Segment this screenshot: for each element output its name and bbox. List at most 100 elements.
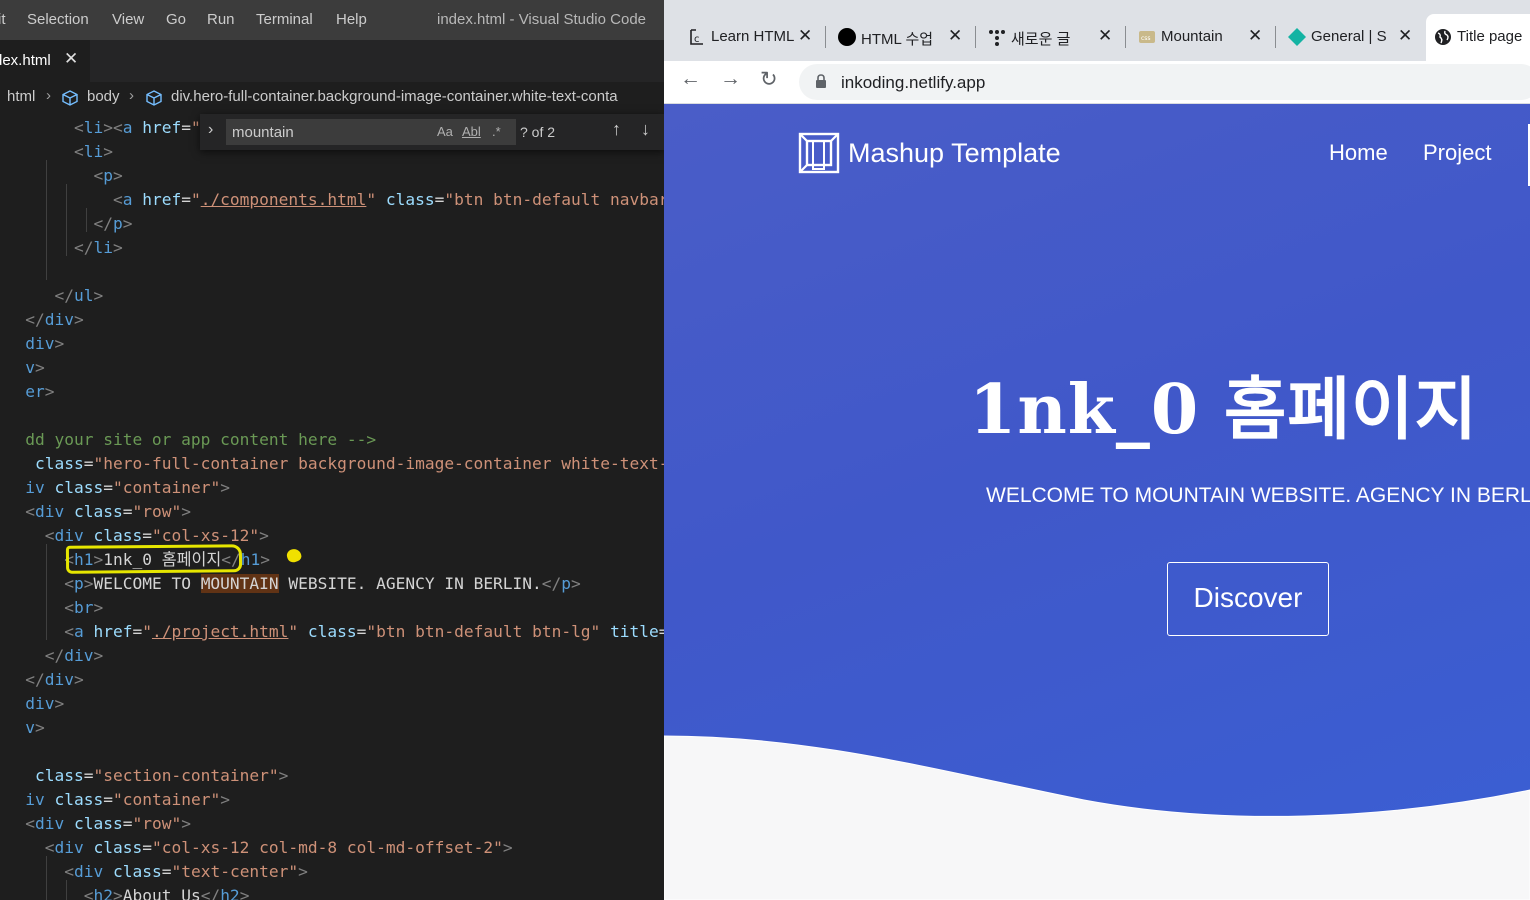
discover-button[interactable]: Discover [1167, 562, 1329, 636]
browser-tab[interactable]: 새로운 글 ✕ [980, 14, 1120, 61]
svg-text:c: c [694, 34, 700, 45]
browser-tab-title: General | S [1311, 28, 1387, 45]
close-icon[interactable]: ✕ [948, 26, 962, 46]
code-line[interactable]: </li> [0, 236, 123, 260]
close-icon[interactable]: ✕ [1098, 26, 1112, 46]
browser-tab-title: HTML 수업 [861, 31, 934, 48]
code-line[interactable]: dd your site or app content here --> [0, 428, 376, 452]
editor-tab-label: dex.html [0, 52, 51, 69]
globe-icon [1435, 29, 1451, 45]
code-line[interactable]: </ul> [0, 284, 103, 308]
browser-tab-title: Learn HTML [711, 28, 795, 45]
code-line[interactable]: <a href="./components.html" class="btn b… [0, 188, 664, 212]
black-circle-icon [838, 28, 856, 46]
find-match-count: ? of 2 [520, 124, 556, 140]
element-cube-icon [146, 90, 162, 106]
breadcrumb-body[interactable]: body [87, 88, 120, 105]
code-line[interactable]: <div class="row"> [0, 812, 191, 836]
brand-logo-icon[interactable] [798, 132, 840, 174]
use-regex-toggle[interactable]: .* [492, 124, 501, 139]
dots-icon [989, 30, 1005, 46]
close-icon[interactable]: ✕ [1248, 26, 1262, 46]
chevron-right-icon[interactable]: › [208, 121, 213, 139]
code-line[interactable]: iv class="container"> [0, 476, 230, 500]
browser-tab-active[interactable]: Title page [1426, 14, 1530, 61]
code-line[interactable]: div> [0, 332, 64, 356]
code-line[interactable]: class="section-container"> [0, 764, 288, 788]
find-widget: › Aa Abl .* ? of 2 ↑ ↓ [200, 114, 664, 150]
back-arrow-icon[interactable]: ← [680, 67, 701, 91]
element-cube-icon [62, 90, 78, 106]
browser-tab-title: 새로운 글 [1011, 31, 1071, 48]
arrow-down-icon[interactable]: ↓ [641, 119, 650, 140]
menu-edit[interactable]: it [0, 11, 6, 28]
browser-toolbar: ← → ↻ inkoding.netlify.app [664, 61, 1530, 104]
breadcrumb-html[interactable]: html [7, 88, 35, 105]
arrow-up-icon[interactable]: ↑ [612, 119, 621, 140]
code-line[interactable]: <div class="text-center"> [0, 860, 308, 884]
svg-text:css: css [1141, 35, 1151, 42]
window-title: index.html - Visual Studio Code [437, 11, 647, 28]
code-line[interactable]: </div> [0, 308, 84, 332]
nav-link-home[interactable]: Home [1329, 140, 1388, 166]
code-line[interactable]: er> [0, 380, 54, 404]
code-line[interactable]: <div class="col-xs-12 col-md-8 col-md-of… [0, 836, 513, 860]
code-line[interactable]: <p>WELCOME TO MOUNTAIN WEBSITE. AGENCY I… [0, 572, 581, 596]
match-case-toggle[interactable]: Aa [437, 124, 453, 139]
chevron-right-icon: › [46, 87, 51, 104]
browser-window: c Learn HTML ✕ HTML 수업 ✕ 새로운 글 ✕ css Mou… [664, 0, 1530, 900]
code-line[interactable]: div> [0, 692, 64, 716]
browser-tab[interactable]: General | S ✕ [1280, 14, 1420, 61]
code-line[interactable]: <div class="row"> [0, 500, 191, 524]
editor-tab-bar: dex.html ✕ [0, 40, 664, 82]
code-line[interactable]: v> [0, 356, 45, 380]
code-line[interactable]: </div> [0, 644, 104, 668]
code-line[interactable]: v> [0, 716, 45, 740]
reload-icon[interactable]: ↻ [760, 67, 778, 92]
code-editor[interactable]: <li><a href=". <li> <p> <a href="./compo… [0, 112, 664, 900]
menu-terminal[interactable]: Terminal [256, 11, 313, 28]
browser-tab[interactable]: css Mountain ✕ [1130, 14, 1270, 61]
close-icon[interactable]: ✕ [64, 49, 78, 69]
close-icon[interactable]: ✕ [1398, 26, 1412, 46]
forward-arrow-icon[interactable]: → [720, 67, 741, 91]
code-line[interactable]: </p> [0, 212, 132, 236]
breadcrumb: html › body › div.hero-full-container.ba… [0, 82, 664, 112]
menu-help[interactable]: Help [336, 11, 367, 28]
menu-bar: it Selection View Go Run Terminal Help i… [0, 0, 664, 40]
code-line[interactable]: <li><a href=". [0, 116, 210, 140]
brand-name[interactable]: Mashup Template [848, 138, 1061, 169]
address-bar[interactable]: inkoding.netlify.app [799, 64, 1530, 100]
browser-tab[interactable]: c Learn HTML ✕ [680, 14, 820, 61]
browser-tab-title: Mountain [1161, 28, 1223, 45]
code-line[interactable]: <a href="./project.html" class="btn btn-… [0, 620, 664, 644]
match-whole-word-toggle[interactable]: Abl [462, 124, 481, 139]
code-line[interactable]: <br> [0, 596, 103, 620]
url-text: inkoding.netlify.app [841, 73, 986, 92]
hero-title: 1nk_0 홈페이지 [969, 370, 1479, 450]
lock-icon[interactable] [815, 74, 827, 89]
menu-go[interactable]: Go [166, 11, 186, 28]
menu-selection[interactable]: Selection [27, 11, 89, 28]
menu-view[interactable]: View [112, 11, 144, 28]
browser-tab-strip: c Learn HTML ✕ HTML 수업 ✕ 새로운 글 ✕ css Mou… [664, 0, 1530, 61]
browser-tab-title: Title page [1457, 28, 1523, 45]
web-page: Mashup Template Home Project 1nk_0 홈페이지 … [664, 104, 1530, 900]
tab-separator [1275, 26, 1276, 48]
c-bracket-icon: c [690, 29, 703, 45]
menu-run[interactable]: Run [207, 11, 235, 28]
browser-tab[interactable]: HTML 수업 ✕ [830, 14, 970, 61]
tab-separator [1125, 26, 1126, 48]
code-line[interactable]: iv class="container"> [0, 788, 230, 812]
code-line[interactable]: </div> [0, 668, 84, 692]
code-line[interactable]: <li> [0, 140, 113, 164]
editor-tab-index-html[interactable]: dex.html ✕ [0, 40, 90, 82]
code-line[interactable]: class="hero-full-container background-im… [0, 452, 664, 476]
close-icon[interactable]: ✕ [798, 26, 812, 46]
tab-separator [975, 26, 976, 48]
nav-link-project[interactable]: Project [1423, 140, 1491, 166]
breadcrumb-div[interactable]: div.hero-full-container.background-image… [171, 88, 618, 105]
code-line[interactable]: <h2>About Us</h2> [0, 884, 250, 900]
code-line[interactable]: <p> [0, 164, 122, 188]
css-icon: css [1139, 31, 1155, 43]
